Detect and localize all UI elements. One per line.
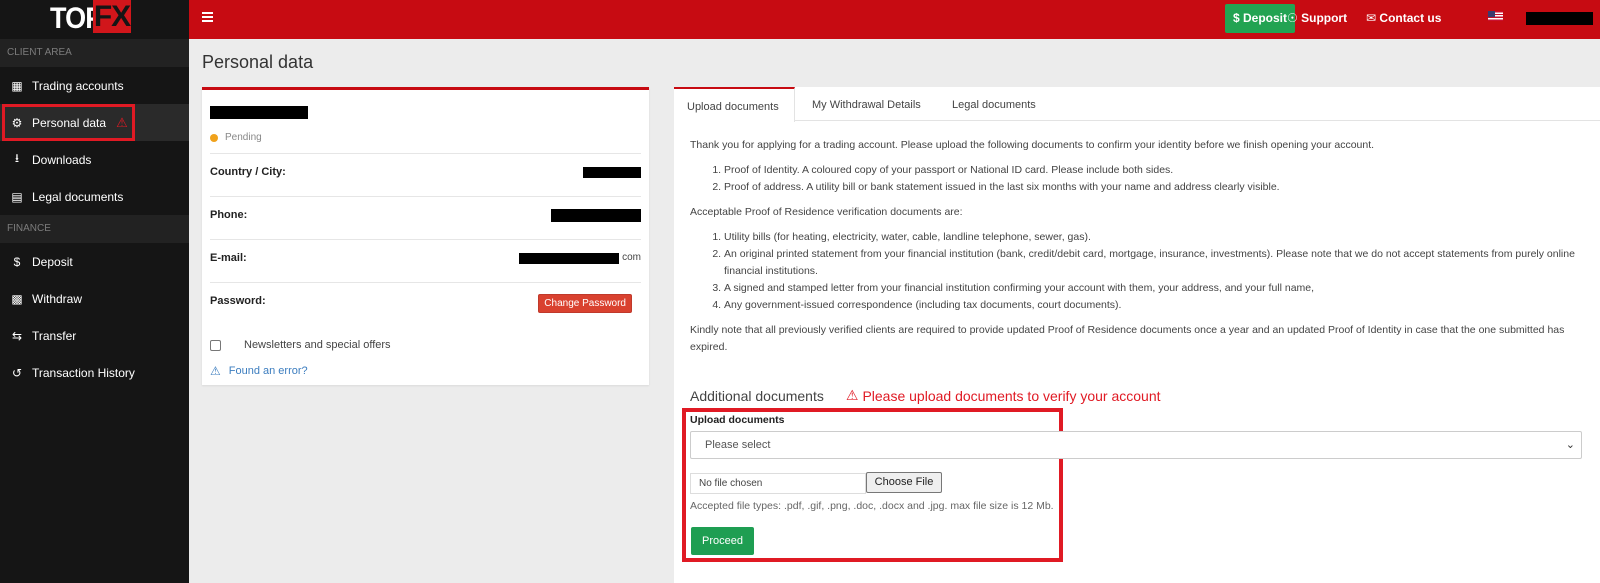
warning-icon: ⚠ — [116, 114, 128, 130]
profile-card: Pending Country / City: Phone: E-mail: c… — [202, 87, 649, 385]
us-flag-icon[interactable] — [1488, 11, 1503, 21]
additional-documents-heading: Additional documents — [690, 387, 824, 404]
accepted-file-types: Accepted file types: .pdf, .gif, .png, .… — [690, 500, 1054, 512]
gear-icon: ⚙ — [11, 115, 23, 130]
sidebar-item-transfer[interactable]: ⇆ Transfer — [0, 317, 189, 354]
warning-icon: ⚠ — [845, 387, 859, 403]
residence-intro: Acceptable Proof of Residence verificati… — [690, 206, 963, 218]
contact-label: Contact us — [1379, 11, 1442, 25]
select-value: Please select — [705, 439, 771, 451]
email-suffix: com — [622, 252, 641, 263]
exchange-icon: ⇆ — [11, 328, 23, 343]
list-item: Proof of address. A utility bill or bank… — [724, 179, 1580, 196]
phone-label: Phone: — [210, 209, 248, 221]
found-error-link[interactable]: ⚠ Found an error? — [210, 364, 308, 378]
required-documents-list: Proof of Identity. A coloured copy of yo… — [690, 162, 1580, 196]
download-icon: ⭳ — [14, 151, 20, 165]
envelope-icon: ✉ — [1366, 11, 1377, 25]
change-password-button[interactable]: Change Password — [538, 294, 632, 313]
country-label: Country / City: — [210, 166, 286, 178]
country-row: Country / City: — [210, 153, 641, 195]
redacted-name — [210, 106, 308, 119]
redacted-email — [519, 253, 619, 264]
menu-icon[interactable] — [202, 12, 213, 24]
redacted-phone — [551, 209, 641, 222]
email-label: E-mail: — [210, 252, 247, 264]
history-icon: ↺ — [11, 365, 23, 380]
upload-warning-text: Please upload documents to verify your a… — [862, 387, 1161, 404]
top-bar: $ Deposit ☉ Support ✉ Contact us — [189, 0, 1600, 39]
documents-instructions: Thank you for applying for a trading acc… — [690, 137, 1580, 364]
list-item: A signed and stamped letter from your fi… — [724, 280, 1580, 297]
tab-withdrawal-details[interactable]: My Withdrawal Details — [812, 87, 921, 121]
upload-documents-label: Upload documents — [690, 414, 785, 426]
sidebar-item-withdraw[interactable]: ▩ Withdraw — [0, 280, 189, 317]
email-row: E-mail: com — [210, 239, 641, 281]
tab-upload-documents[interactable]: Upload documents — [674, 87, 795, 122]
status-row: Pending — [210, 132, 262, 143]
documents-panel: Upload documents My Withdrawal Details L… — [674, 87, 1600, 583]
sidebar-item-personal-data[interactable]: ⚙ Personal data ⚠ — [0, 104, 189, 141]
dollar-icon: $ — [13, 254, 21, 269]
sidebar-item-downloads[interactable]: ⭳ Downloads — [0, 141, 189, 178]
verification-note: Kindly note that all previously verified… — [690, 324, 1565, 353]
redacted-username[interactable] — [1526, 12, 1593, 25]
sidebar-item-label: Transaction History — [32, 365, 135, 380]
choose-file-button[interactable]: Choose File — [866, 472, 942, 493]
additional-documents-header: Additional documents ⚠ Please upload doc… — [690, 387, 1161, 404]
logo-text-fx: FX — [93, 0, 131, 33]
newsletter-checkbox[interactable] — [210, 339, 221, 351]
sidebar-item-label: Personal data — [32, 115, 107, 130]
sidebar-item-trading-accounts[interactable]: ▦ Trading accounts — [0, 67, 189, 104]
file-input[interactable]: No file chosen — [690, 473, 866, 494]
deposit-button[interactable]: $ Deposit — [1225, 4, 1295, 33]
password-label: Password: — [210, 295, 266, 307]
password-row: Password: Change Password — [210, 282, 641, 324]
list-item: Utility bills (for heating, electricity,… — [724, 229, 1580, 246]
found-error-label: Found an error? — [228, 365, 308, 377]
cash-icon: ▩ — [11, 291, 23, 306]
redacted-country — [583, 167, 641, 178]
status-dot — [210, 133, 218, 142]
warning-icon: ⚠ — [210, 364, 221, 378]
sidebar-item-deposit[interactable]: $ Deposit — [0, 243, 189, 280]
list-item: Any government-issued correspondence (in… — [724, 297, 1580, 314]
newsletter-option[interactable]: Newsletters and special offers — [210, 339, 391, 351]
support-label: Support — [1301, 11, 1348, 25]
sidebar-item-transaction-history[interactable]: ↺ Transaction History — [0, 354, 189, 391]
upload-warning: ⚠ Please upload documents to verify your… — [846, 387, 1161, 404]
tab-legal-documents[interactable]: Legal documents — [952, 87, 1036, 121]
sidebar-item-label: Legal documents — [32, 189, 124, 204]
sidebar-section-client-area: CLIENT AREA — [0, 39, 189, 67]
status-text: Pending — [225, 132, 262, 143]
sidebar-item-label: Trading accounts — [32, 78, 124, 93]
topfx-logo[interactable]: TOP FX — [0, 0, 189, 39]
phone-row: Phone: — [210, 196, 641, 238]
page-title: Personal data — [202, 52, 314, 72]
sidebar-item-label: Downloads — [32, 152, 92, 167]
sidebar-item-label: Transfer — [32, 328, 77, 343]
document-type-select[interactable]: Please select ⌄ — [690, 431, 1582, 459]
contact-link[interactable]: ✉ Contact us — [1366, 0, 1441, 39]
support-link[interactable]: ☉ Support — [1287, 0, 1347, 39]
sidebar-item-legal-documents[interactable]: ▤ Legal documents — [0, 178, 189, 215]
list-item: Proof of Identity. A coloured copy of yo… — [724, 162, 1580, 179]
sidebar-item-label: Withdraw — [32, 291, 83, 306]
intro-text: Thank you for applying for a trading acc… — [690, 139, 1375, 151]
tab-bar: Upload documents My Withdrawal Details L… — [674, 87, 1600, 122]
residence-documents-list: Utility bills (for heating, electricity,… — [690, 229, 1580, 314]
list-item: An original printed statement from your … — [724, 246, 1580, 280]
sidebar-item-label: Deposit — [32, 254, 73, 269]
proceed-button[interactable]: Proceed — [691, 527, 754, 555]
chevron-down-icon: ⌄ — [1565, 439, 1575, 451]
book-icon: ▤ — [11, 189, 23, 204]
sidebar-section-finance: FINANCE — [0, 215, 189, 243]
sidebar: TOP FX CLIENT AREA ▦ Trading accounts ⚙ … — [0, 0, 189, 583]
newsletter-label: Newsletters and special offers — [244, 339, 391, 351]
dashboard-icon: ▦ — [11, 78, 23, 93]
lifebuoy-icon: ☉ — [1287, 11, 1298, 25]
